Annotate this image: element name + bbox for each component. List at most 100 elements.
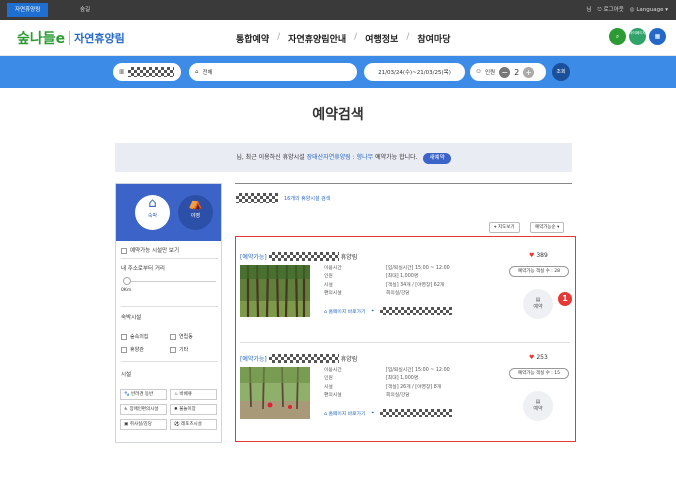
homepage-link[interactable]: ⌂ 홈페이지 바로가기 bbox=[324, 308, 365, 315]
brand-mark: 숲나들e bbox=[17, 31, 66, 47]
distance-slider-handle[interactable] bbox=[123, 277, 131, 285]
censored-forest-name bbox=[268, 252, 339, 261]
facility-bbq[interactable]: ♨ 바베큐 bbox=[170, 389, 217, 400]
lodging-option-etc[interactable]: 기타 bbox=[170, 346, 188, 353]
results-top-line bbox=[235, 183, 572, 184]
people-label: 인원 bbox=[484, 70, 496, 76]
annotation-badge: 1 bbox=[558, 292, 572, 306]
map-view-button[interactable]: ⌖ 지도보기 bbox=[489, 222, 520, 233]
facility-fire[interactable]: ✹ 불놀이장 bbox=[170, 404, 217, 415]
reserve-button[interactable]: ▤ 예약 bbox=[523, 391, 553, 421]
distance-value: 0Km bbox=[121, 288, 132, 293]
region-select[interactable]: ⌂ 전체 bbox=[189, 63, 357, 81]
card-info: 이용시간 [입/퇴실시간] 15:00 ~ 12:00 인원 [최대] 1,000명… bbox=[324, 266, 450, 296]
reserve-button[interactable]: ▤ 예약 bbox=[523, 289, 553, 319]
heart-icon: ♥ bbox=[529, 354, 535, 361]
likes-count[interactable]: ♥ 253 bbox=[529, 354, 548, 361]
sports-icon: ⚽ bbox=[174, 422, 182, 427]
camping-type-button[interactable]: ⛺ 야영 bbox=[178, 195, 213, 230]
available-rooms-button[interactable]: 예약가능 객실 수 : 15 bbox=[509, 368, 569, 379]
card-links: ⌂ 홈페이지 바로가기 ⌖ bbox=[324, 409, 453, 417]
language-select[interactable]: ◎ Language ▾ bbox=[630, 3, 668, 17]
facility-filter-title: 시설 bbox=[121, 372, 132, 378]
censored-forest-name bbox=[128, 67, 175, 77]
available-rooms-button[interactable]: 예약가능 객실 수 : 28 bbox=[509, 266, 569, 277]
paw-icon: 🐾 bbox=[124, 392, 132, 397]
card-status: [예약가능] bbox=[240, 254, 267, 261]
homepage-link[interactable]: ⌂ 홈페이지 바로가기 bbox=[324, 410, 365, 417]
heart-icon: ♥ bbox=[529, 252, 535, 259]
facility-pet[interactable]: 🐾 반려견 동반 bbox=[120, 389, 167, 400]
camping-type-label: 야영 bbox=[190, 213, 201, 219]
mypage-icon[interactable]: 마이페이지 bbox=[629, 28, 646, 45]
card-links: ⌂ 홈페이지 바로가기 ⌖ bbox=[324, 307, 453, 315]
pin-icon: ⌖ bbox=[371, 411, 375, 416]
lodging-option-cabin[interactable]: 숲속의집 bbox=[121, 333, 148, 340]
region-value: 전체 bbox=[202, 70, 213, 76]
result-card: [예약가능] 휴양림 이용시간 [입/퇴실시간] 15:00 ~ 12:00 인원[… bbox=[240, 247, 570, 343]
map-icon: ▥ bbox=[119, 69, 125, 75]
card-divider bbox=[240, 342, 570, 343]
lodging-type-button[interactable]: ⌂ 숙박 bbox=[135, 195, 170, 230]
lodging-option-row-house[interactable]: 연립동 bbox=[170, 333, 193, 340]
divider bbox=[121, 306, 218, 307]
facility-hall[interactable]: ▣ 취사실/강당 bbox=[120, 419, 167, 430]
result-card: [예약가능] 휴양림 이용시간 [입/퇴실시간] 15:00 ~ 12:00 인원[… bbox=[240, 349, 570, 445]
nav-divider: / bbox=[277, 32, 281, 42]
page-title: 예약검색 bbox=[312, 107, 364, 123]
tent-icon: ⛺ bbox=[188, 196, 203, 210]
recent-notice: 님, 최근 이용하신 휴양시설 장태산자연휴양림 : 향나무 예약가능 합니다.… bbox=[115, 143, 572, 172]
card-title-suffix: 휴양림 bbox=[340, 356, 358, 363]
lodging-option-lodge[interactable]: 휴양관 bbox=[121, 346, 144, 353]
menu-grid-icon[interactable]: ▦ bbox=[649, 28, 666, 45]
sort-select[interactable]: 예약가능순 ▾ bbox=[530, 222, 565, 233]
main-nav: 통합예약 / 자연휴양림안내 / 여행정보 / 참여마당 bbox=[236, 32, 450, 45]
checkbox-box bbox=[121, 247, 127, 254]
main-header: 숲나들e 자연휴양림 통합예약 / 자연휴양림안내 / 여행정보 / 참여마당 … bbox=[0, 20, 676, 56]
forest-thumbnail[interactable] bbox=[240, 264, 310, 318]
location-icon: ⌂ bbox=[195, 69, 199, 75]
new-reservation-button[interactable]: 새예약 bbox=[423, 153, 451, 164]
plus-button[interactable]: + bbox=[523, 66, 535, 78]
brand-name: 자연휴양림 bbox=[74, 32, 125, 45]
nav-divider: / bbox=[406, 32, 410, 42]
house-icon: ⌂ bbox=[148, 196, 157, 211]
top-utility-bar: 자연휴양림 숲길 님 ⎋ 로그아웃 ◎ Language ▾ bbox=[0, 0, 676, 20]
nav-reservation[interactable]: 통합예약 bbox=[236, 32, 269, 45]
results-count: 16개의 휴양시설 검색 bbox=[284, 195, 331, 202]
tab-forest[interactable]: 자연휴양림 bbox=[7, 3, 49, 17]
nav-forest-info[interactable]: 자연휴양림안내 bbox=[288, 32, 346, 45]
censored-address bbox=[380, 409, 453, 417]
nav-community[interactable]: 참여마당 bbox=[417, 32, 450, 45]
censored-region bbox=[236, 193, 278, 203]
notice-prefix: 님, 최근 이용하신 휴양시설 bbox=[236, 154, 307, 161]
distance-slider-track[interactable] bbox=[126, 281, 216, 282]
likes-count[interactable]: ♥ 389 bbox=[529, 252, 548, 259]
divider bbox=[121, 361, 218, 362]
people-stepper: ⚇ 인원 − 2 + bbox=[470, 63, 546, 81]
distance-label: 내 주소로부터 거리 bbox=[121, 266, 165, 272]
search-icon[interactable]: ⌕ bbox=[609, 28, 626, 45]
site-logo[interactable]: 숲나들e 자연휴양림 bbox=[17, 28, 125, 48]
forest-thumbnail[interactable] bbox=[240, 366, 310, 419]
tab-trail[interactable]: 숲길 bbox=[80, 3, 90, 17]
search-submit-button[interactable]: 조회 bbox=[552, 63, 570, 81]
available-only-checkbox[interactable]: 예약가능 시설만 보기 bbox=[121, 246, 179, 254]
type-selector: ⌂ 숙박 ⛺ 야영 bbox=[116, 184, 221, 241]
pin-icon: ⌖ bbox=[371, 309, 375, 314]
card-status: [예약가능] bbox=[240, 356, 267, 363]
card-title-suffix: 휴양림 bbox=[340, 254, 358, 261]
minus-button[interactable]: − bbox=[499, 66, 511, 78]
facility-leisure[interactable]: ⚽ 레포츠시설 bbox=[170, 419, 217, 430]
notice-suffix: 예약가능 합니다. bbox=[373, 154, 418, 161]
censored-address bbox=[380, 307, 453, 315]
date-range-field[interactable]: 21/03/24(수)~21/03/25(목) bbox=[364, 63, 465, 81]
results-summary: 16개의 휴양시설 검색 bbox=[236, 193, 330, 203]
facility-accessible[interactable]: ♿ 장애인편의시설 bbox=[120, 404, 167, 415]
forest-name-field[interactable]: ▥ bbox=[113, 63, 181, 81]
logo-divider bbox=[69, 31, 71, 45]
nav-travel-info[interactable]: 여행정보 bbox=[365, 32, 398, 45]
search-bar: ▥ ⌂ 전체 21/03/24(수)~21/03/25(목) ⚇ 인원 − 2 … bbox=[0, 56, 676, 88]
filter-panel: ⌂ 숙박 ⛺ 야영 예약가능 시설만 보기 내 주소로부터 거리 0Km 숙박시… bbox=[115, 183, 222, 443]
logout-link[interactable]: ⎋ 로그아웃 bbox=[597, 3, 623, 17]
